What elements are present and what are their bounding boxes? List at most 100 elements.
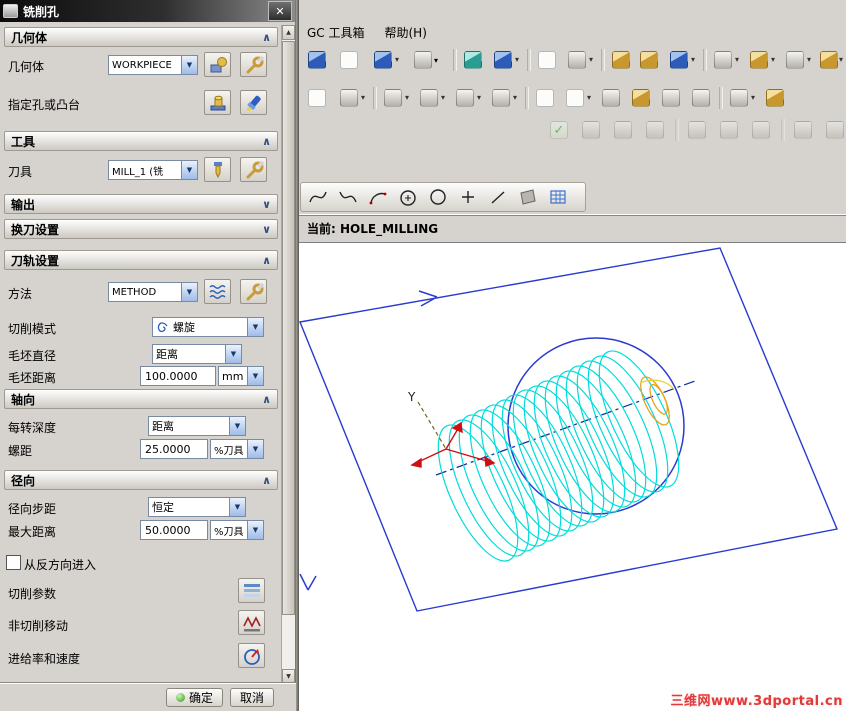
geometry-combo[interactable]: WORKPIECE ▼ — [108, 55, 198, 75]
round-tool-icon[interactable] — [337, 86, 361, 110]
transform-point-icon[interactable] — [381, 86, 405, 110]
shaded-view-dropdown-icon[interactable]: ▾ — [434, 56, 438, 65]
highlight-icon[interactable] — [637, 48, 661, 72]
datum-dropdown-icon[interactable]: ▾ — [589, 55, 593, 64]
edit-tool-button[interactable] — [240, 157, 267, 182]
constraint-icon[interactable] — [711, 48, 735, 72]
clipboard-icon[interactable] — [337, 48, 361, 72]
cone-icon[interactable] — [667, 48, 691, 72]
cut-mode-combo-arrow-icon[interactable]: ▼ — [247, 318, 263, 336]
transform-point-dropdown-icon[interactable]: ▾ — [405, 93, 409, 102]
pan-icon[interactable] — [727, 86, 751, 110]
max-distance-input[interactable]: 50.0000 — [140, 520, 208, 540]
cone-dropdown-icon[interactable]: ▾ — [691, 55, 695, 64]
dialog-scrollbar[interactable]: ▲ ▼ — [281, 25, 295, 684]
orient-view-dropdown-icon[interactable]: ▾ — [515, 55, 519, 64]
method-combo[interactable]: METHOD ▼ — [108, 282, 198, 302]
new-tool-button[interactable] — [204, 157, 231, 182]
panel-divider[interactable] — [296, 0, 299, 711]
edit-display-icon[interactable] — [609, 48, 633, 72]
transform-move-icon[interactable] — [417, 86, 441, 110]
arc-icon[interactable] — [365, 185, 391, 209]
tool-combo-arrow-icon[interactable]: ▼ — [181, 161, 197, 179]
gear-icon[interactable] — [599, 86, 623, 110]
verify-check-icon[interactable]: ✓ — [547, 118, 571, 142]
cancel-button[interactable]: 取消 — [230, 688, 275, 707]
section-geometry[interactable]: 几何体 ∧ — [4, 27, 278, 47]
graphics-viewport[interactable]: Y 三维网www.3dportal.cn — [299, 242, 846, 711]
feeds-speeds-button[interactable] — [238, 643, 265, 668]
pitch-unit-combo[interactable]: %刀具 ▼ — [210, 439, 264, 459]
max-distance-unit-arrow-icon[interactable]: ▼ — [247, 521, 263, 539]
circle-center-icon[interactable] — [395, 185, 421, 209]
shaded-view-button[interactable]: ▾ — [407, 48, 445, 72]
pitch-unit-arrow-icon[interactable]: ▼ — [247, 440, 263, 458]
snapshot-icon[interactable] — [461, 48, 485, 72]
spreadsheet-icon[interactable] — [535, 48, 559, 72]
workpiece-icon[interactable] — [579, 118, 603, 142]
transform-copy-dropdown-icon[interactable]: ▾ — [513, 93, 517, 102]
menu-gc-toolbox[interactable]: GC 工具箱 — [299, 23, 373, 42]
spline-icon[interactable] — [305, 185, 331, 209]
layer-stack-icon[interactable] — [611, 118, 635, 142]
transform-rotate-dropdown-icon[interactable]: ▾ — [477, 93, 481, 102]
graph-list-icon[interactable] — [563, 86, 587, 110]
transform-move-dropdown-icon[interactable]: ▾ — [441, 93, 445, 102]
specify-hole-button[interactable] — [204, 90, 231, 115]
section-radial[interactable]: 径向 ∧ — [4, 470, 278, 490]
ruler-dropdown-icon[interactable]: ▾ — [839, 55, 843, 64]
datum-csys-icon[interactable] — [565, 48, 589, 72]
method-combo-arrow-icon[interactable]: ▼ — [181, 283, 197, 301]
ok-button[interactable]: 确定 — [166, 688, 224, 707]
max-distance-unit-combo[interactable]: %刀具 ▼ — [210, 520, 264, 540]
graph-icon[interactable] — [533, 86, 557, 110]
circle-icon[interactable] — [425, 185, 451, 209]
menu-help[interactable]: 帮助(H) — [377, 23, 435, 42]
round-tool-dropdown-icon[interactable]: ▾ — [361, 93, 365, 102]
section-axial[interactable]: 轴向 ∧ — [4, 389, 278, 409]
close-button[interactable]: ✕ — [268, 1, 292, 21]
measure-dropdown-icon[interactable]: ▾ — [771, 55, 775, 64]
scrollbar-thumb[interactable] — [282, 41, 295, 615]
ruler-icon[interactable] — [817, 48, 841, 72]
blank-distance-unit-arrow-icon[interactable]: ▼ — [247, 367, 263, 385]
section-output[interactable]: 输出 ∨ — [4, 194, 278, 214]
list-alt-icon[interactable] — [823, 118, 846, 142]
dimension-dropdown-icon[interactable]: ▾ — [807, 55, 811, 64]
grid-icon[interactable] — [643, 118, 667, 142]
graph-list-dropdown-icon[interactable]: ▾ — [587, 93, 591, 102]
radial-step-combo[interactable]: 恒定 ▼ — [148, 497, 246, 517]
point-icon[interactable] — [455, 185, 481, 209]
depth-per-rev-arrow-icon[interactable]: ▼ — [229, 417, 245, 435]
search-icon[interactable] — [689, 86, 713, 110]
cube-icon[interactable] — [305, 48, 329, 72]
measure-icon[interactable] — [747, 48, 771, 72]
edit-method-button[interactable] — [240, 279, 267, 304]
orient-view-icon[interactable] — [491, 48, 515, 72]
flag-icon[interactable] — [685, 118, 709, 142]
export-cube-icon[interactable] — [371, 48, 395, 72]
highlight-hole-button[interactable] — [240, 90, 267, 115]
document-icon[interactable] — [749, 118, 773, 142]
radial-step-arrow-icon[interactable]: ▼ — [229, 498, 245, 516]
section-tool[interactable]: 工具 ∧ — [4, 131, 278, 151]
geometry-combo-arrow-icon[interactable]: ▼ — [181, 56, 197, 74]
blank-distance-unit-combo[interactable]: mm ▼ — [218, 366, 264, 386]
scroll-up-button[interactable]: ▲ — [282, 25, 295, 40]
zoom-icon[interactable] — [659, 86, 683, 110]
cutting-params-button[interactable] — [238, 578, 265, 603]
dialog-title-bar[interactable]: 铣削孔 ✕ — [0, 0, 295, 22]
studio-spline-icon[interactable] — [335, 185, 361, 209]
edit-workpiece-button[interactable] — [240, 52, 267, 77]
blank-diameter-combo-arrow-icon[interactable]: ▼ — [225, 345, 241, 363]
blank-distance-input[interactable]: 100.0000 — [140, 366, 216, 386]
depth-per-rev-combo[interactable]: 距离 ▼ — [148, 416, 246, 436]
sheet-icon[interactable] — [305, 86, 329, 110]
section-tool-change[interactable]: 换刀设置 ∨ — [4, 219, 278, 239]
reverse-entry-checkbox[interactable] — [6, 555, 21, 570]
section-path-settings[interactable]: 刀轨设置 ∧ — [4, 250, 278, 270]
select-workpiece-button[interactable] — [204, 52, 231, 77]
transform-rotate-icon[interactable] — [453, 86, 477, 110]
cut-mode-combo[interactable]: 螺旋 ▼ — [152, 317, 264, 337]
face-icon[interactable] — [515, 185, 541, 209]
